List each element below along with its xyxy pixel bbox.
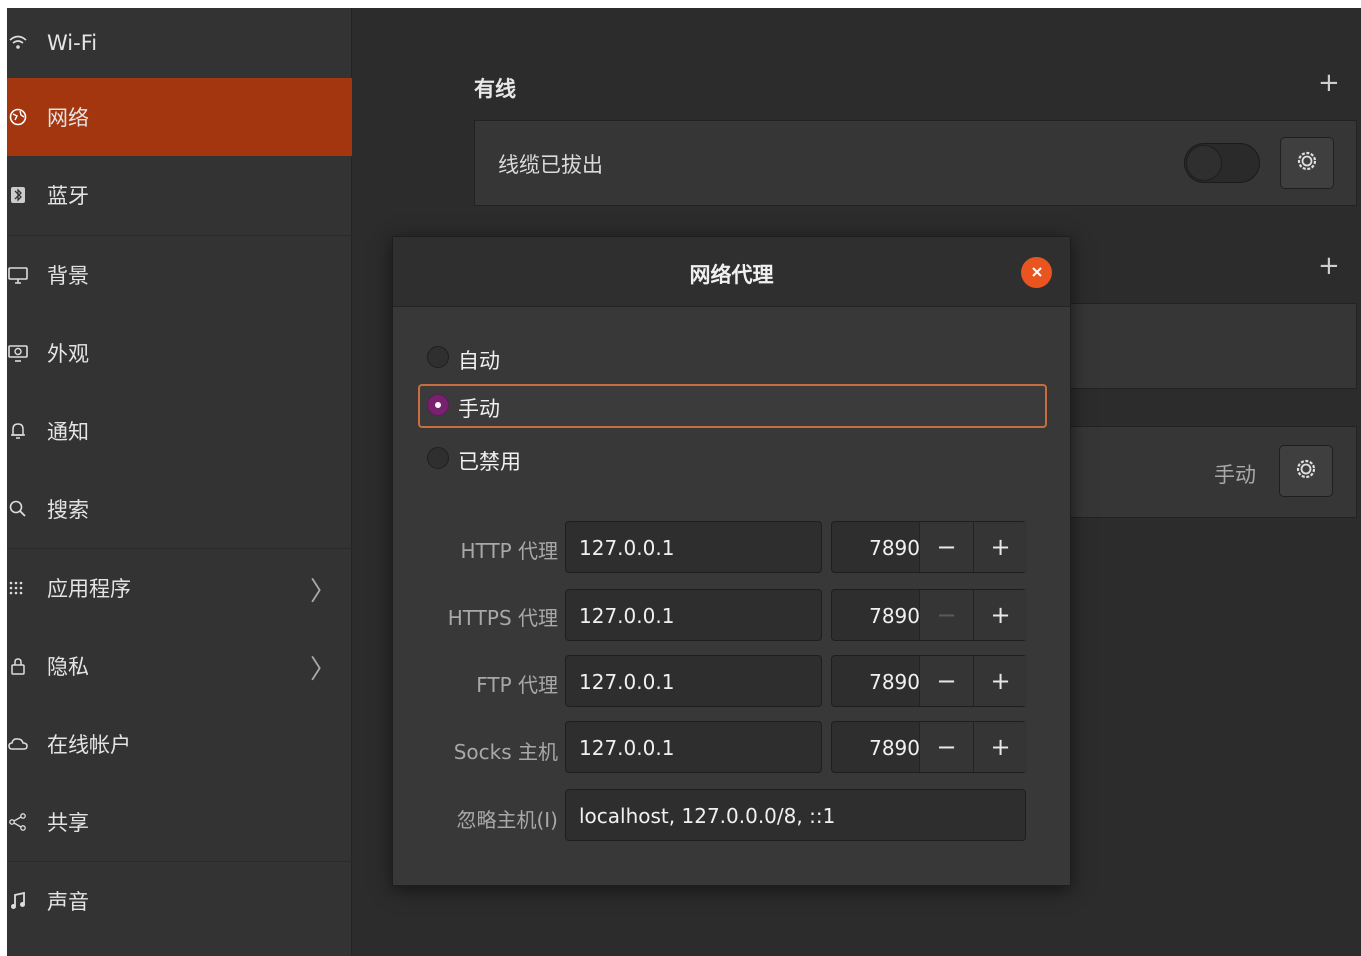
sidebar-item-label: 隐私 xyxy=(47,655,89,679)
close-button[interactable] xyxy=(1021,257,1052,288)
share-icon xyxy=(7,811,29,833)
sidebar-item-label: 通知 xyxy=(47,420,89,444)
sidebar-item-search[interactable]: 搜索 xyxy=(7,470,352,548)
add-vpn-button[interactable]: + xyxy=(1318,251,1340,281)
lock-icon xyxy=(7,655,29,677)
wired-connection-card: 线缆已拔出 xyxy=(474,120,1357,206)
sidebar-item-label: Wi-Fi xyxy=(47,31,98,55)
port-value[interactable]: 7890 xyxy=(832,590,920,640)
sidebar-item-background[interactable]: 背景 xyxy=(7,236,352,314)
sidebar-item-sound[interactable]: 声音 xyxy=(7,862,352,940)
port-value[interactable]: 7890 xyxy=(832,522,920,572)
radio-disabled[interactable]: 已禁用 xyxy=(418,438,1047,482)
sidebar-item-privacy[interactable]: 隐私 〉 xyxy=(7,627,352,705)
https-host-input[interactable]: 127.0.0.1 xyxy=(565,589,822,641)
socks-host-label: Socks 主机 xyxy=(453,740,558,764)
socks-port-spinner: 7890 − + xyxy=(831,721,1027,773)
radio-button[interactable] xyxy=(427,447,449,469)
sidebar-item-network[interactable]: 网络 xyxy=(7,78,352,156)
socks-host-input[interactable]: 127.0.0.1 xyxy=(565,721,822,773)
vpn-card xyxy=(1069,303,1357,389)
http-proxy-label: HTTP 代理 xyxy=(460,539,558,563)
cloud-icon xyxy=(7,733,29,755)
ftp-proxy-label: FTP 代理 xyxy=(476,673,558,697)
toggle-knob xyxy=(1186,145,1222,181)
ftp-host-input[interactable]: 127.0.0.1 xyxy=(565,655,822,707)
sidebar-item-label: 在线帐户 xyxy=(47,733,131,757)
apps-grid-icon xyxy=(7,577,29,599)
radio-label: 已禁用 xyxy=(458,450,521,474)
port-value[interactable]: 7890 xyxy=(832,656,920,706)
ignore-hosts-label: 忽略主机(I) xyxy=(456,808,558,832)
decrement-button[interactable]: − xyxy=(919,522,973,572)
radio-label: 自动 xyxy=(458,349,500,373)
proxy-mode-value: 手动 xyxy=(1214,463,1256,487)
increment-button[interactable]: + xyxy=(973,656,1027,706)
chevron-right-icon: 〉 xyxy=(310,577,337,607)
ignore-hosts-input[interactable]: localhost, 127.0.0.0/8, ::1 xyxy=(565,789,1026,841)
dialog-title: 网络代理 xyxy=(689,263,774,287)
close-icon xyxy=(1031,263,1043,282)
https-proxy-label: HTTPS 代理 xyxy=(447,606,558,630)
gear-icon xyxy=(1295,149,1319,177)
increment-button[interactable]: + xyxy=(973,722,1027,772)
sidebar-item-label: 背景 xyxy=(47,264,89,288)
sidebar: Wi-Fi 网络 蓝牙 背景 外观 通知 搜索 应用程序 〉 隐私 〉 在线帐户… xyxy=(7,8,352,956)
increment-button[interactable]: + xyxy=(973,590,1027,640)
port-value[interactable]: 7890 xyxy=(832,722,920,772)
wired-status-label: 线缆已拔出 xyxy=(498,153,603,177)
add-wired-button[interactable]: + xyxy=(1318,68,1340,98)
sidebar-item-label: 应用程序 xyxy=(47,577,131,601)
increment-button[interactable]: + xyxy=(973,522,1027,572)
settings-window: Wi-Fi 网络 蓝牙 背景 外观 通知 搜索 应用程序 〉 隐私 〉 在线帐户… xyxy=(7,8,1361,956)
sidebar-item-online-accounts[interactable]: 在线帐户 xyxy=(7,705,352,783)
wired-toggle-switch[interactable] xyxy=(1184,143,1260,183)
decrement-button[interactable]: − xyxy=(919,722,973,772)
radio-manual[interactable]: 手动 xyxy=(418,384,1047,428)
sidebar-item-label: 共享 xyxy=(47,811,89,835)
radio-button[interactable] xyxy=(427,346,449,368)
sidebar-item-label: 网络 xyxy=(47,106,89,130)
search-icon xyxy=(7,498,29,520)
wifi-icon xyxy=(7,32,29,54)
sidebar-item-label: 搜索 xyxy=(47,498,89,522)
gear-icon xyxy=(1294,457,1318,485)
appearance-icon xyxy=(7,342,29,364)
music-note-icon xyxy=(7,890,29,912)
sidebar-item-appearance[interactable]: 外观 xyxy=(7,314,352,392)
bluetooth-icon xyxy=(7,184,29,206)
chevron-right-icon: 〉 xyxy=(310,655,337,685)
proxy-settings-button[interactable] xyxy=(1279,445,1333,497)
wired-settings-button[interactable] xyxy=(1280,137,1334,189)
globe-icon xyxy=(7,106,29,128)
sidebar-item-label: 蓝牙 xyxy=(47,184,89,208)
bell-icon xyxy=(7,420,29,442)
sidebar-item-applications[interactable]: 应用程序 〉 xyxy=(7,549,352,627)
https-port-spinner: 7890 − + xyxy=(831,589,1027,641)
sidebar-item-label: 外观 xyxy=(47,342,89,366)
monitor-icon xyxy=(7,264,29,286)
sidebar-item-sharing[interactable]: 共享 xyxy=(7,783,352,861)
wired-section-title: 有线 xyxy=(474,77,516,101)
ftp-port-spinner: 7890 − + xyxy=(831,655,1027,707)
sidebar-item-notifications[interactable]: 通知 xyxy=(7,392,352,470)
sidebar-item-wifi[interactable]: Wi-Fi xyxy=(7,8,352,78)
dialog-header: 网络代理 xyxy=(393,237,1070,307)
sidebar-item-bluetooth[interactable]: 蓝牙 xyxy=(7,156,352,234)
sidebar-item-label: 声音 xyxy=(47,890,89,914)
decrement-button[interactable]: − xyxy=(919,590,973,640)
http-port-spinner: 7890 − + xyxy=(831,521,1027,573)
radio-label: 手动 xyxy=(458,397,500,421)
radio-button[interactable] xyxy=(427,394,449,416)
proxy-card: 手动 xyxy=(1069,426,1357,518)
network-proxy-dialog: 网络代理 自动 手动 已禁用 HTTP 代理 127.0.0.1 7890 − … xyxy=(392,236,1071,886)
radio-automatic[interactable]: 自动 xyxy=(418,337,1047,381)
http-host-input[interactable]: 127.0.0.1 xyxy=(565,521,822,573)
decrement-button[interactable]: − xyxy=(919,656,973,706)
